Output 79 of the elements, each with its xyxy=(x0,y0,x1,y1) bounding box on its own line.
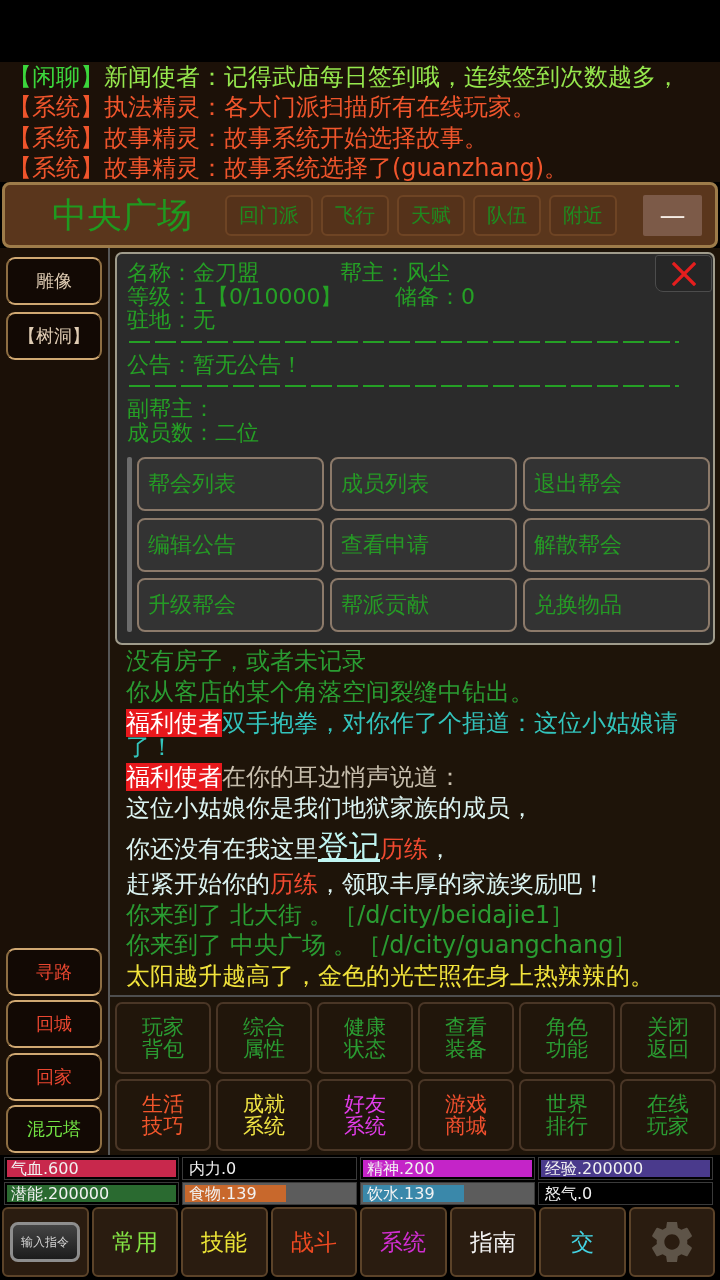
stat-label: 气血.600 xyxy=(11,1158,79,1179)
guild-info-text: 等级：1【0/10000】 xyxy=(127,284,344,308)
stat-label: 潜能.200000 xyxy=(11,1183,110,1204)
menu-button[interactable]: 好友系统 xyxy=(317,1079,413,1151)
log-line: 你来到了 中央广场 。［/d/city/guangchang］ xyxy=(126,933,639,958)
log-line: 太阳越升越高了，金色的光芒照在身上热辣辣的。 xyxy=(126,964,655,989)
log-line: 你来到了 北大街 。［/d/city/beidajie1］ xyxy=(126,902,576,927)
guild-action-button[interactable]: 解散帮会 xyxy=(523,517,710,572)
stat-label: 精神.200 xyxy=(367,1158,435,1179)
stat-label: 怒气.0 xyxy=(545,1183,593,1204)
toolbar-tab[interactable]: 常用 xyxy=(91,1207,178,1277)
location-title: 中央广场 xyxy=(52,195,192,235)
menu-button[interactable]: 游戏商城 xyxy=(418,1079,514,1151)
menu-button[interactable]: 角色功能 xyxy=(519,1002,615,1074)
guild-info-text: 帮主：风尘 xyxy=(340,261,450,285)
sidebar-button[interactable]: 寻路 xyxy=(6,947,102,996)
command-input-button[interactable]: 输入指令 xyxy=(10,1222,81,1262)
close-button[interactable] xyxy=(655,255,712,292)
log-line: 这位小姑娘你是我们地狱家族的成员， xyxy=(126,796,535,821)
menu-button[interactable]: 查看装备 xyxy=(418,1002,514,1074)
close-icon xyxy=(671,261,696,286)
chat-message: 【系统】故事精灵：故事系统开始选择故事。 xyxy=(8,122,488,153)
toolbar-tab[interactable]: 战斗 xyxy=(270,1207,357,1277)
menu-button[interactable]: 在线玩家 xyxy=(620,1079,716,1151)
guild-info-text: 成员数：二位 xyxy=(127,420,259,444)
toolbar-tab[interactable]: 交 xyxy=(539,1207,626,1277)
sidebar-button[interactable]: 混元塔 xyxy=(6,1105,102,1153)
guild-info-text: 副帮主： xyxy=(127,397,215,421)
text-link[interactable]: 登记 xyxy=(318,828,380,864)
menu-button[interactable]: 生活技巧 xyxy=(115,1079,211,1151)
log-line: 你从客店的某个角落空间裂缝中钻出。 xyxy=(126,679,535,704)
menu-button[interactable]: 综合属性 xyxy=(216,1002,312,1074)
guild-notice-text: 公告：暂无公告！ xyxy=(127,352,303,376)
guild-info-text: 名称：金刀盟 xyxy=(127,261,260,285)
collapse-button[interactable]: — xyxy=(643,194,702,236)
stat-label: 内力.0 xyxy=(189,1158,237,1179)
sidebar-button[interactable]: 回家 xyxy=(6,1052,102,1101)
log-line: 福利使者双手抱拳，对你作了个揖道：这位小姑娘请了！ xyxy=(126,710,679,759)
location-action-button[interactable]: 天赋 xyxy=(397,194,465,236)
guild-info-text: 驻地：无 xyxy=(127,308,215,332)
sidebar-button[interactable]: 【树洞】 xyxy=(6,312,102,360)
guild-action-button[interactable]: 帮派贡献 xyxy=(330,578,517,632)
log-line: 没有房子，或者未记录 xyxy=(126,649,367,673)
stat-label: 经验.200000 xyxy=(545,1158,644,1179)
guild-action-button[interactable]: 退出帮会 xyxy=(523,457,710,511)
log-line: 赶紧开始你的历练，领取丰厚的家族奖励吧！ xyxy=(126,871,607,896)
location-action-button[interactable]: 回门派 xyxy=(225,194,313,236)
menu-button[interactable]: 健康状态 xyxy=(317,1002,413,1074)
toolbar-tab[interactable]: 系统 xyxy=(360,1207,447,1277)
gear-icon xyxy=(651,1222,692,1262)
stat-label: 食物.139 xyxy=(189,1183,257,1204)
guild-action-button[interactable]: 兑换物品 xyxy=(523,578,710,632)
toolbar-tab[interactable]: 技能 xyxy=(181,1207,268,1277)
chat-message: 【系统】故事精灵：故事系统选择了(guanzhang)。 xyxy=(8,152,569,184)
location-action-button[interactable]: 附近 xyxy=(549,194,617,236)
settings-button[interactable] xyxy=(628,1207,715,1277)
scrollbar[interactable] xyxy=(127,457,132,632)
guild-action-button[interactable]: 编辑公告 xyxy=(137,517,324,572)
guild-info-text: 储备：0 xyxy=(395,284,475,308)
menu-button[interactable]: 成就系统 xyxy=(216,1079,312,1151)
npc-name-link[interactable]: 福利使者 xyxy=(126,708,222,737)
stat-label: 饮水.139 xyxy=(367,1183,435,1204)
guild-action-button[interactable]: 升级帮会 xyxy=(137,578,324,632)
guild-action-button[interactable]: 成员列表 xyxy=(330,457,517,511)
npc-name-link[interactable]: 福利使者 xyxy=(126,763,222,792)
location-action-button[interactable]: 飞行 xyxy=(321,194,389,236)
guild-action-button[interactable]: 查看申请 xyxy=(330,517,517,572)
location-action-button[interactable]: 队伍 xyxy=(473,194,541,236)
sidebar-button[interactable]: 雕像 xyxy=(6,257,102,305)
log-line: 你还没有在我这里登记历练， xyxy=(126,827,453,865)
chat-message: 【系统】执法精灵：各大门派扫描所有在线玩家。 xyxy=(8,92,536,123)
menu-button[interactable]: 玩家背包 xyxy=(115,1002,211,1074)
toolbar-tab[interactable]: 指南 xyxy=(449,1207,536,1277)
menu-button[interactable]: 关闭返回 xyxy=(620,1002,716,1074)
guild-action-button[interactable]: 帮会列表 xyxy=(137,457,324,511)
log-line: 福利使者在你的耳边悄声说道： xyxy=(126,765,463,790)
menu-button[interactable]: 世界排行 xyxy=(519,1079,615,1151)
chat-message: 【闲聊】新闻使者：记得武庙每日签到哦，连续签到次数越多， xyxy=(8,62,680,93)
sidebar-button[interactable]: 回城 xyxy=(6,1000,102,1048)
